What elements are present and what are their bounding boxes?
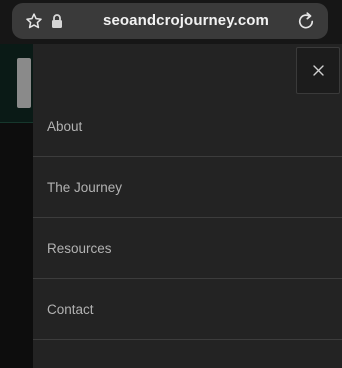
nav-item-label: Contact [47,302,94,317]
address-bar[interactable]: seoandcrojourney.com [12,3,328,39]
nav-item-the-journey[interactable]: The Journey [33,157,342,218]
nav-item-about[interactable]: About [33,96,342,157]
close-button[interactable] [296,47,340,94]
nav-item-label: The Journey [47,180,123,195]
reload-icon[interactable] [296,11,316,31]
page-header-strip [0,44,34,123]
nav-drawer: About The Journey Resources Contact [33,44,342,368]
close-icon [313,65,324,76]
page-image-edge [17,58,31,108]
star-icon[interactable] [25,12,43,30]
nav-item-label: Resources [47,241,112,256]
nav-menu: About The Journey Resources Contact [33,96,342,340]
nav-item-contact[interactable]: Contact [33,279,342,340]
browser-toolbar: seoandcrojourney.com [0,0,342,44]
page-content-behind [0,44,34,368]
url-text[interactable]: seoandcrojourney.com [86,3,286,39]
nav-item-resources[interactable]: Resources [33,218,342,279]
nav-item-label: About [47,119,83,134]
lock-icon [52,14,62,28]
